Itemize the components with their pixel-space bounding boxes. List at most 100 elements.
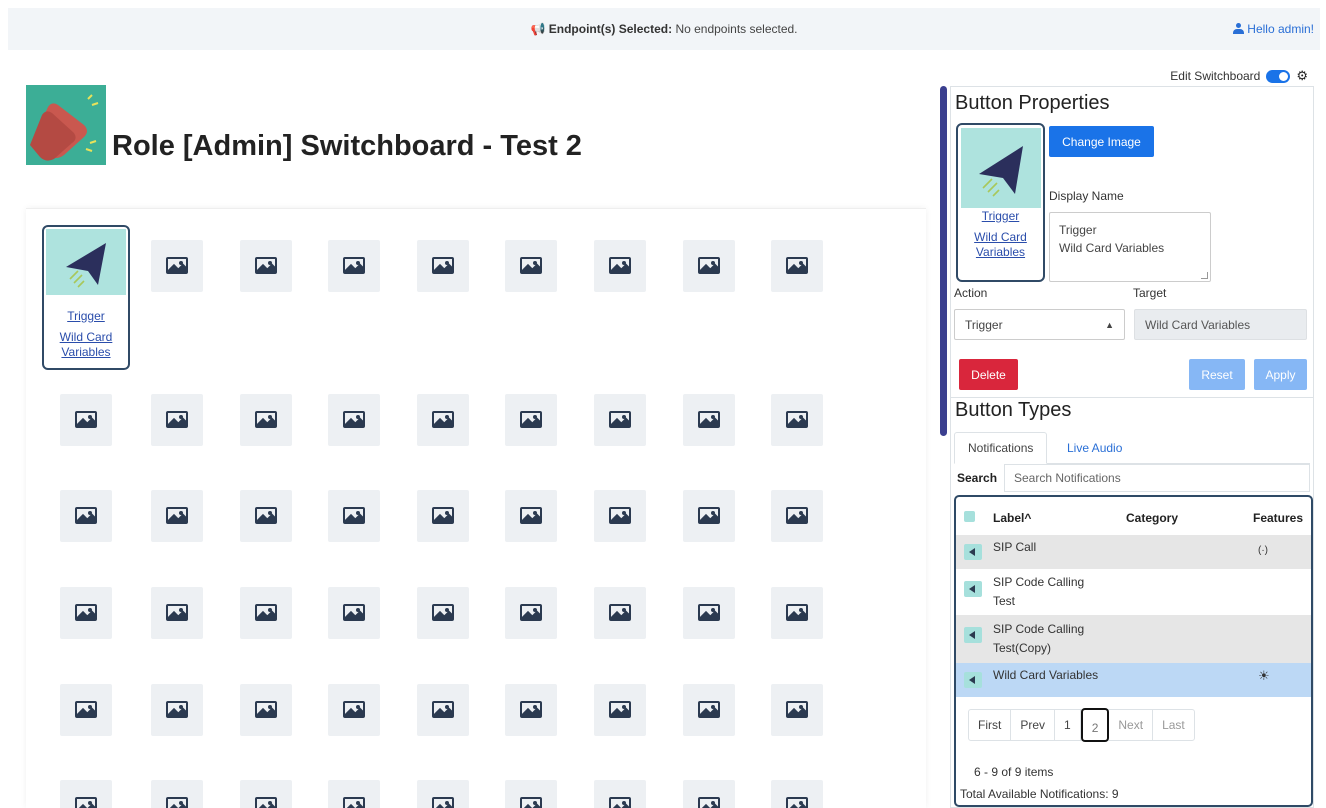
empty-button-slot[interactable] bbox=[771, 780, 823, 808]
empty-button-slot[interactable] bbox=[683, 240, 735, 292]
column-category[interactable]: Category bbox=[1126, 511, 1178, 525]
image-placeholder-icon bbox=[343, 411, 365, 428]
empty-button-slot[interactable] bbox=[771, 587, 823, 639]
empty-button-slot[interactable] bbox=[240, 394, 292, 446]
empty-button-slot[interactable] bbox=[151, 394, 203, 446]
select-all-checkbox[interactable] bbox=[964, 511, 975, 522]
empty-button-slot[interactable] bbox=[60, 684, 112, 736]
empty-button-slot[interactable] bbox=[594, 780, 646, 808]
empty-button-slot[interactable] bbox=[683, 587, 735, 639]
empty-button-slot[interactable] bbox=[771, 240, 823, 292]
search-input[interactable]: Search Notifications bbox=[1004, 464, 1310, 492]
resize-handle-icon[interactable] bbox=[1201, 272, 1208, 279]
empty-button-slot[interactable] bbox=[151, 780, 203, 808]
empty-button-slot[interactable] bbox=[417, 240, 469, 292]
empty-button-slot[interactable] bbox=[771, 394, 823, 446]
empty-button-slot[interactable] bbox=[771, 490, 823, 542]
tab-notifications[interactable]: Notifications bbox=[954, 432, 1048, 464]
delete-button[interactable]: Delete bbox=[959, 359, 1018, 390]
empty-button-slot[interactable] bbox=[328, 240, 380, 292]
empty-button-slot[interactable] bbox=[417, 587, 469, 639]
play-icon[interactable] bbox=[964, 672, 982, 688]
reset-button[interactable]: Reset bbox=[1189, 359, 1245, 390]
action-select[interactable]: Trigger ▲︎ bbox=[954, 309, 1125, 340]
panel-scroll-indicator[interactable] bbox=[940, 86, 947, 436]
pager-prev[interactable]: Prev bbox=[1011, 710, 1056, 740]
empty-button-slot[interactable] bbox=[771, 684, 823, 736]
display-name-label: Display Name bbox=[1049, 189, 1124, 203]
pager-last[interactable]: Last bbox=[1153, 710, 1194, 740]
table-row-selected[interactable]: Wild Card Variables ☀ bbox=[956, 663, 1311, 697]
empty-button-slot[interactable] bbox=[240, 240, 292, 292]
edit-switchboard-toggle[interactable] bbox=[1266, 69, 1291, 83]
pager-first[interactable]: First bbox=[969, 710, 1012, 740]
empty-button-slot[interactable] bbox=[151, 240, 203, 292]
empty-button-slot[interactable] bbox=[151, 490, 203, 542]
empty-button-slot[interactable] bbox=[240, 490, 292, 542]
empty-button-slot[interactable] bbox=[505, 490, 557, 542]
empty-button-slot[interactable] bbox=[683, 684, 735, 736]
empty-button-slot[interactable] bbox=[417, 684, 469, 736]
empty-button-slot[interactable] bbox=[683, 780, 735, 808]
empty-button-slot[interactable] bbox=[60, 394, 112, 446]
empty-button-slot[interactable] bbox=[594, 587, 646, 639]
empty-button-slot[interactable] bbox=[60, 587, 112, 639]
tab-live-audio[interactable]: Live Audio bbox=[1054, 432, 1135, 464]
empty-button-slot[interactable] bbox=[505, 587, 557, 639]
property-image-preview[interactable]: Trigger Wild Card Variables bbox=[956, 123, 1045, 282]
empty-button-slot[interactable] bbox=[417, 490, 469, 542]
empty-button-slot[interactable] bbox=[505, 780, 557, 808]
empty-button-slot[interactable] bbox=[683, 490, 735, 542]
empty-button-slot[interactable] bbox=[328, 394, 380, 446]
empty-button-slot[interactable] bbox=[417, 780, 469, 808]
button-label-line3[interactable]: Variables bbox=[44, 345, 128, 360]
empty-button-slot[interactable] bbox=[240, 684, 292, 736]
column-features[interactable]: Features bbox=[1253, 511, 1303, 525]
pager-page-2[interactable]: 2 bbox=[1080, 708, 1110, 742]
empty-button-slot[interactable] bbox=[505, 394, 557, 446]
empty-button-slot[interactable] bbox=[505, 240, 557, 292]
empty-button-slot[interactable] bbox=[60, 490, 112, 542]
play-icon[interactable] bbox=[964, 544, 982, 560]
property-caption-line3[interactable]: Variables bbox=[958, 245, 1043, 260]
empty-button-slot[interactable] bbox=[328, 490, 380, 542]
empty-button-slot[interactable] bbox=[328, 684, 380, 736]
empty-button-slot[interactable] bbox=[60, 780, 112, 808]
table-row[interactable]: SIP Code Calling Test bbox=[956, 569, 1311, 615]
gear-icon[interactable]: ⚙ bbox=[1296, 68, 1308, 84]
property-caption-line1[interactable]: Trigger bbox=[958, 209, 1043, 224]
empty-button-slot[interactable] bbox=[683, 394, 735, 446]
image-placeholder-icon bbox=[698, 701, 720, 718]
table-row[interactable]: SIP Code Calling Test(Copy) bbox=[956, 615, 1311, 663]
empty-button-slot[interactable] bbox=[594, 394, 646, 446]
play-icon[interactable] bbox=[964, 581, 982, 597]
empty-button-slot[interactable] bbox=[417, 394, 469, 446]
pager-page-1[interactable]: 1 bbox=[1055, 710, 1081, 740]
image-placeholder-icon bbox=[520, 797, 542, 808]
empty-button-slot[interactable] bbox=[328, 780, 380, 808]
empty-button-slot[interactable] bbox=[151, 587, 203, 639]
property-caption-line2[interactable]: Wild Card bbox=[958, 230, 1043, 245]
edit-switchboard-control: Edit Switchboard ⚙ bbox=[1170, 68, 1308, 84]
image-placeholder-icon bbox=[698, 797, 720, 808]
empty-button-slot[interactable] bbox=[240, 780, 292, 808]
table-row[interactable]: SIP Call (·) bbox=[956, 535, 1311, 569]
selected-switchboard-button[interactable]: Trigger Wild Card Variables bbox=[42, 225, 130, 370]
button-label-line1[interactable]: Trigger bbox=[44, 309, 128, 324]
image-placeholder-icon bbox=[520, 257, 542, 274]
user-menu[interactable]: Hello admin! bbox=[1233, 22, 1314, 36]
button-label-line2[interactable]: Wild Card bbox=[44, 330, 128, 345]
empty-button-slot[interactable] bbox=[328, 587, 380, 639]
empty-button-slot[interactable] bbox=[505, 684, 557, 736]
empty-button-slot[interactable] bbox=[594, 240, 646, 292]
column-label[interactable]: Label^ bbox=[993, 511, 1031, 525]
apply-button[interactable]: Apply bbox=[1254, 359, 1307, 390]
empty-button-slot[interactable] bbox=[594, 684, 646, 736]
empty-button-slot[interactable] bbox=[151, 684, 203, 736]
change-image-button[interactable]: Change Image bbox=[1049, 126, 1154, 157]
display-name-input[interactable]: Trigger Wild Card Variables bbox=[1049, 212, 1211, 282]
pager-next[interactable]: Next bbox=[1109, 710, 1154, 740]
empty-button-slot[interactable] bbox=[594, 490, 646, 542]
play-icon[interactable] bbox=[964, 627, 982, 643]
empty-button-slot[interactable] bbox=[240, 587, 292, 639]
